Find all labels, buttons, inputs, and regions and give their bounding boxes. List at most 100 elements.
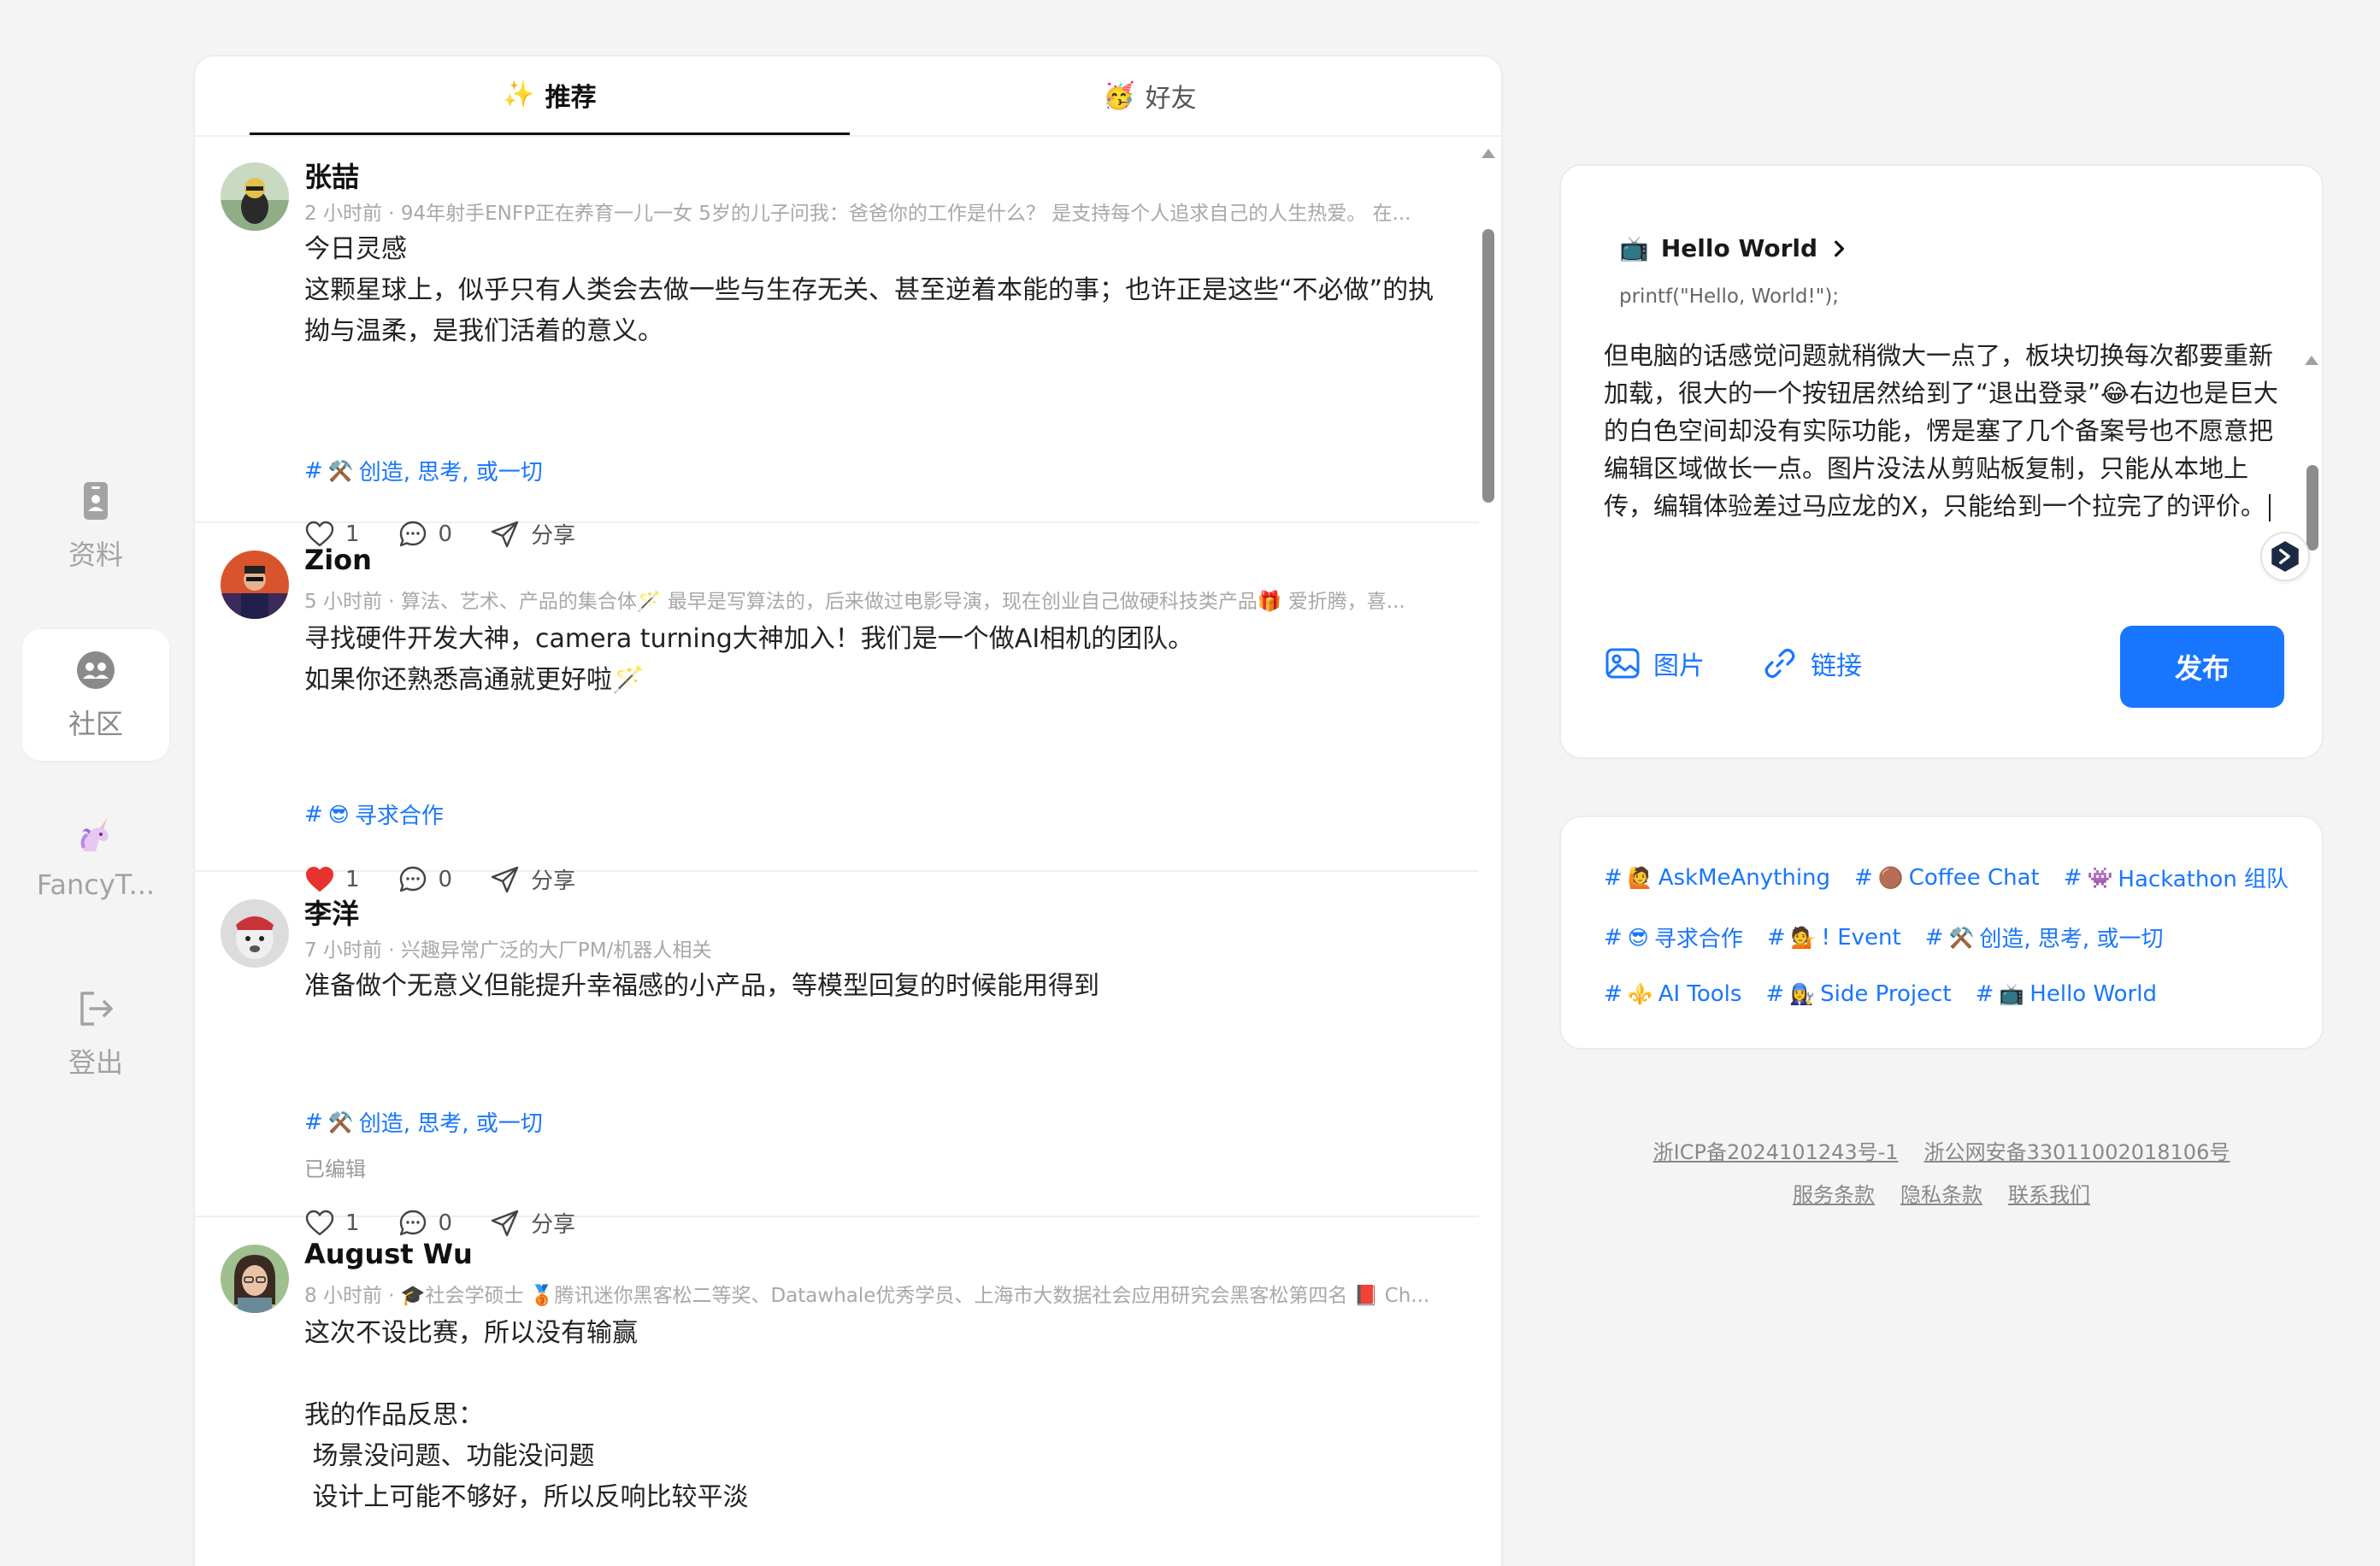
post-text-editor[interactable]: 但电脑的话感觉问题就稍微大一点了，板块切换每次都要重新加载，很大的一个按钮居然给… [1604, 337, 2279, 557]
hammer-pick-icon: ⚒️ [1948, 925, 1975, 950]
privacy-link[interactable]: 隐私条款 [1900, 1178, 1982, 1208]
tab-label: 好友 [1145, 84, 1197, 114]
scroll-up-arrow-icon[interactable] [1482, 149, 1495, 158]
channel-description: printf("Hello, World!"); [1619, 286, 1840, 308]
feed-panel: ✨ 推荐 🥳 好友 张喆 2 小时前 · 94年射手ENFP正在养育一儿一女 5… [193, 55, 1503, 1566]
tag-row: # 😎 寻求合作 # 💁! Event # ⚒️ 创造, 思考, 或一切 [1604, 921, 2163, 953]
party-face-icon: 🥳 [1103, 80, 1135, 111]
topic-tag-ai-tools[interactable]: # ⚜️ AI Tools [1604, 981, 1741, 1007]
post-body: 寻找硬件开发大神，camera turning大神加入！我们是一个做AI相机的团… [304, 624, 1194, 695]
link-button-label: 链接 [1811, 651, 1862, 681]
post-body: 今日灵感 这颗星球上，似乎只有人类会去做一些与生存无关、甚至逆着本能的事；也许正… [304, 234, 1434, 346]
tv-icon: 📺 [1999, 982, 2025, 1006]
tag-row: # ⚜️ AI Tools # 👩‍🔧 Side Project # 📺 Hello Wor… [1604, 981, 2157, 1007]
user-avatar-image [221, 162, 289, 231]
topic-tag-collaboration[interactable]: # 😎 寻求合作 [1604, 921, 1743, 953]
avatar[interactable] [221, 162, 289, 231]
unicorn-icon [80, 817, 109, 851]
tv-icon: 📺 [1619, 234, 1649, 262]
publish-button[interactable]: 发布 [2120, 626, 2284, 708]
police-record-link[interactable]: 浙公网安备33011002018106号 [1924, 1135, 2230, 1165]
terms-link[interactable]: 服务条款 [1793, 1178, 1875, 1208]
topic-tag-event[interactable]: # 💁! Event [1767, 921, 1901, 953]
add-link-button[interactable]: 链接 [1761, 645, 1862, 682]
user-avatar-image [221, 899, 289, 968]
post-author[interactable]: 张喆 [304, 156, 359, 195]
id-badge-icon [84, 482, 108, 520]
hammer-pick-icon: ⚒️ [327, 1110, 354, 1134]
image-icon [1605, 648, 1640, 679]
contact-link[interactable]: 联系我们 [2008, 1178, 2090, 1208]
avatar[interactable] [221, 1245, 289, 1313]
nav-item-profile[interactable]: 资料 [22, 460, 169, 592]
post-meta: 8 小时前 · 🎓社会学硕士 🥉腾讯迷你黑客松二等奖、Datawhale优秀学员… [304, 1285, 1430, 1307]
image-button-label: 图片 [1653, 651, 1705, 681]
channel-name: Hello World [1660, 234, 1818, 262]
avatar[interactable] [221, 550, 289, 619]
link-icon [1764, 648, 1795, 679]
ai-assistant-icon [2271, 541, 2299, 572]
tab-label: 推荐 [545, 82, 597, 113]
text-caret [2268, 494, 2271, 521]
footer-links: 服务条款 隐私条款 联系我们 [1559, 1178, 2324, 1208]
icp-link[interactable]: 浙ICP备2024101243号-1 [1653, 1135, 1899, 1165]
post-tag-label: 寻求合作 [354, 804, 444, 829]
person-tipping-hand-icon: 💁 [1790, 925, 1817, 950]
post-author[interactable]: Zion [304, 544, 372, 576]
assistant-float-button[interactable] [2260, 532, 2310, 581]
nav-label: 登出 [68, 1046, 123, 1079]
sunglasses-face-icon: 😎 [1627, 925, 1649, 950]
space-invader-icon: 👾 [2087, 865, 2113, 890]
nav-item-community[interactable]: 社区 [22, 629, 169, 761]
sparkles-icon: ✨ [503, 79, 535, 109]
coffee-bean-icon: 🟤 [1877, 865, 1904, 890]
logout-icon [80, 992, 113, 1026]
editor-content: 但电脑的话感觉问题就稍微大一点了，板块切换每次都要重新加载，很大的一个按钮居然给… [1604, 341, 2278, 521]
chevron-right-icon [1835, 240, 1845, 256]
user-avatar-image [221, 1245, 289, 1313]
scroll-thumb[interactable] [1482, 229, 1494, 503]
mechanic-icon: 👩‍🔧 [1789, 982, 1816, 1006]
feed-scrollbar[interactable] [1477, 149, 1499, 1566]
user-avatar-image [221, 550, 289, 619]
tab-recommended[interactable]: ✨ 推荐 [250, 56, 850, 135]
channel-selector[interactable]: 📺 Hello World [1619, 234, 1848, 262]
nav-item-logout[interactable]: 登出 [22, 968, 169, 1099]
hammer-pick-icon: ⚒️ [327, 458, 354, 483]
editor-scroll-up-icon[interactable] [2305, 356, 2318, 365]
tab-friends[interactable]: 🥳 好友 [850, 56, 1450, 135]
nav-label: 社区 [68, 708, 123, 740]
post-item: 张喆 2 小时前 · 94年射手ENFP正在养育一儿一女 5岁的儿子问我：爸爸你… [195, 137, 1479, 549]
post-author[interactable]: August Wu [304, 1238, 473, 1270]
feed-tabs: ✨ 推荐 🥳 好友 [250, 56, 1450, 135]
sunglasses-face-icon: 😎 [327, 802, 350, 827]
post-item: 李洋 7 小时前 · 兴趣异常广泛的大厂PM/机器人相关 准备做个无意义但能提升… [195, 874, 1479, 1238]
post-item: August Wu 8 小时前 · 🎓社会学硕士 🥉腾讯迷你黑客松二等奖、Dat… [195, 1219, 1479, 1566]
nav-item-fancytech[interactable]: FancyT... [22, 795, 169, 920]
topic-tag-side-project[interactable]: # 👩‍🔧 Side Project [1765, 981, 1951, 1007]
post-tag[interactable]: # ⚒️ 创造, 思考, 或一切 [304, 1106, 543, 1138]
add-image-button[interactable]: 图片 [1604, 645, 1705, 682]
post-tag[interactable]: # ⚒️ 创造, 思考, 或一切 [304, 455, 543, 486]
topic-tag-hackathon[interactable]: # 👾 Hackathon 组队 [2064, 862, 2289, 893]
post-meta: 7 小时前 · 兴趣异常广泛的大厂PM/机器人相关 [304, 939, 712, 962]
post-tag[interactable]: # 😎 寻求合作 [304, 798, 444, 830]
topic-tag-coffee-chat[interactable]: # 🟤 Coffee Chat [1854, 862, 2040, 893]
post-composer: 📺 Hello World printf("Hello, World!"); 但… [1559, 164, 2324, 759]
nav-label: 资料 [68, 539, 123, 571]
editor-scroll-thumb[interactable] [2306, 465, 2318, 550]
topic-tag-create-think[interactable]: # ⚒️ 创造, 思考, 或一切 [1925, 921, 2164, 953]
avatar[interactable] [221, 899, 289, 968]
post-body: 这次不设比赛，所以没有输赢 我的作品反思： 场景没问题、功能没问题 设计上可能不… [304, 1318, 749, 1512]
topic-tags-panel: # 🙋 AskMeAnything # 🟤 Coffee Chat # 👾 Hackatho… [1559, 815, 2324, 1050]
post-body: 准备做个无意义但能提升幸福感的小产品，等模型回复的时候能用得到 [304, 971, 1099, 1001]
edited-label: 已编辑 [304, 1157, 366, 1181]
topic-tag-askmeanything[interactable]: # 🙋 AskMeAnything [1604, 862, 1830, 893]
post-author[interactable]: 李洋 [304, 892, 359, 932]
post-item: Zion 5 小时前 · 算法、艺术、产品的集合体🪄 最早是写算法的，后来做过电… [195, 525, 1479, 894]
post-meta: 5 小时前 · 算法、艺术、产品的集合体🪄 最早是写算法的，后来做过电影导演，现… [304, 591, 1405, 613]
community-icon [77, 651, 115, 689]
topic-tag-hello-world[interactable]: # 📺 Hello World [1976, 981, 2157, 1007]
post-tag-label: 创造, 思考, 或一切 [358, 460, 543, 486]
post-meta: 2 小时前 · 94年射手ENFP正在养育一儿一女 5岁的儿子问我：爸爸你的工作… [304, 203, 1411, 225]
